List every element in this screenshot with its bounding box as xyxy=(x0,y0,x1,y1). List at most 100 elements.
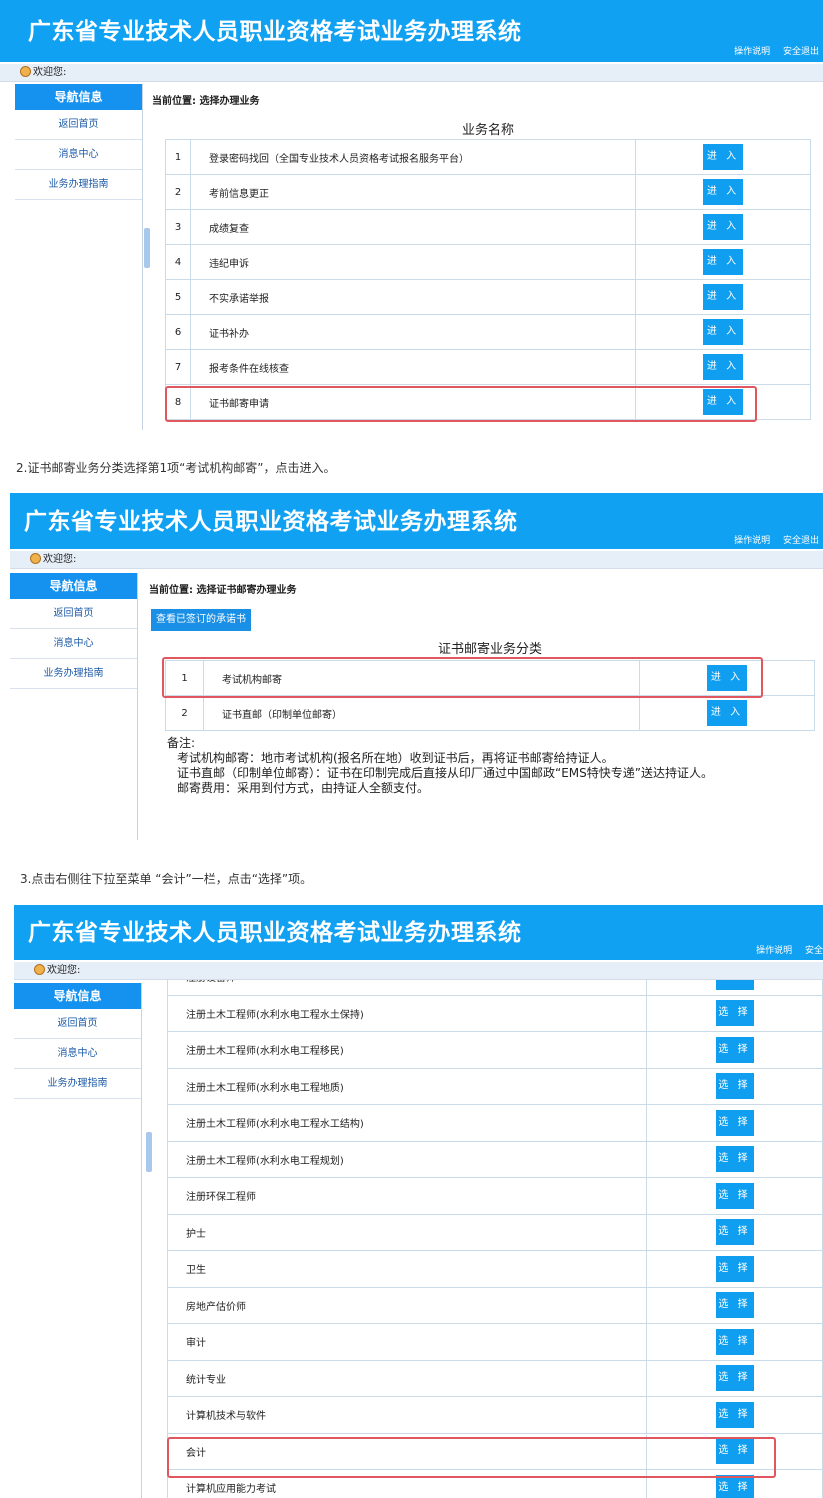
nav-item-messages[interactable]: 消息中心 xyxy=(14,1039,141,1069)
table-row: 注册设备师 选 择 xyxy=(167,980,823,996)
row-name: 不实承诺举报 xyxy=(190,279,636,315)
select-button[interactable]: 选 择 xyxy=(715,1255,754,1282)
manual-link[interactable]: 操作说明 xyxy=(734,47,770,57)
manual-link[interactable]: 操作说明 xyxy=(756,946,792,956)
row-name: 证书邮寄申请 xyxy=(190,384,636,420)
nav-item-home[interactable]: 返回首页 xyxy=(10,599,137,629)
logout-link[interactable]: 安全退出 xyxy=(783,47,819,57)
row-number: 1 xyxy=(165,139,191,175)
select-button[interactable]: 选 择 xyxy=(715,980,754,990)
sidebar: 导航信息 返回首页 消息中心 业务办理指南 xyxy=(10,573,138,840)
select-button[interactable]: 选 择 xyxy=(715,1365,754,1392)
view-promise-button[interactable]: 查看已签订的承诺书 xyxy=(151,609,251,631)
select-button[interactable]: 选 择 xyxy=(715,1219,754,1246)
step-3-caption: 3.点击右侧往下拉至菜单 “会计”一栏，点击“选择”项。 xyxy=(20,872,313,886)
enter-button[interactable]: 进 入 xyxy=(703,179,743,205)
table-row: 计算机应用能力考试 选 择 xyxy=(167,1469,823,1498)
table-row: 护士 选 择 xyxy=(167,1213,823,1251)
mail-category-table: 1 考试机构邮寄 进 入 2 证书直邮（印制单位邮寄） 进 入 xyxy=(165,660,815,731)
row-number: 8 xyxy=(165,384,191,420)
logout-link[interactable]: 安全 xyxy=(805,946,823,956)
profession-table: 注册设备师选 择 注册土木工程师(水利水电工程水土保持)选 择 注册土木工程师(… xyxy=(167,980,823,1498)
table-row: 6 证书补办 进 入 xyxy=(165,314,811,350)
screenshot-mail-category: 广东省专业技术人员职业资格考试业务办理系统 操作说明 安全退出 欢迎您: 导航信… xyxy=(0,493,823,840)
row-name: 考试机构邮寄 xyxy=(203,660,640,696)
select-button[interactable]: 选 择 xyxy=(715,1182,754,1209)
row-name: 注册环保工程师 xyxy=(167,1177,647,1215)
sidebar-collapse-handle[interactable] xyxy=(144,228,150,268)
row-name: 注册土木工程师(水利水电工程水工结构) xyxy=(167,1104,647,1142)
manual-link[interactable]: 操作说明 xyxy=(734,536,770,546)
row-name: 审计 xyxy=(167,1323,647,1361)
row-number: 6 xyxy=(165,314,191,350)
enter-button[interactable]: 进 入 xyxy=(703,319,743,345)
row-name: 注册土木工程师(水利水电工程地质) xyxy=(167,1067,647,1105)
enter-button[interactable]: 进 入 xyxy=(703,354,743,380)
logout-link[interactable]: 安全退出 xyxy=(783,536,819,546)
row-name: 计算机技术与软件 xyxy=(167,1396,647,1434)
current-location: 当前位置: 选择办理业务 xyxy=(152,96,260,107)
header-banner: 广东省专业技术人员职业资格考试业务办理系统 操作说明 安全退出 xyxy=(10,493,823,549)
enter-button[interactable]: 进 入 xyxy=(703,249,743,275)
nav-item-home[interactable]: 返回首页 xyxy=(14,1009,141,1039)
select-button[interactable]: 选 择 xyxy=(715,1000,754,1027)
user-icon xyxy=(20,66,31,77)
header-links: 操作说明 安全退出 xyxy=(724,533,819,546)
user-icon xyxy=(30,553,41,564)
enter-button[interactable]: 进 入 xyxy=(707,665,747,691)
nav-item-messages[interactable]: 消息中心 xyxy=(15,140,142,170)
table-title: 证书邮寄业务分类 xyxy=(437,642,542,657)
user-icon xyxy=(34,964,45,975)
system-title: 广东省专业技术人员职业资格考试业务办理系统 xyxy=(24,509,518,535)
enter-button[interactable]: 进 入 xyxy=(703,284,743,310)
table-row: 注册土木工程师(水利水电工程水土保持) 选 择 xyxy=(167,994,823,1032)
welcome-bar: 欢迎您: xyxy=(0,64,823,82)
header-links: 操作说明 安全退出 xyxy=(724,44,819,57)
row-name: 证书补办 xyxy=(190,314,636,350)
header-links: 操作说明 安全 xyxy=(746,943,823,956)
row-name: 注册土木工程师(水利水电工程规划) xyxy=(167,1140,647,1178)
nav-item-guide[interactable]: 业务办理指南 xyxy=(10,659,137,689)
table-row: 注册土木工程师(水利水电工程水工结构) 选 择 xyxy=(167,1104,823,1142)
enter-button[interactable]: 进 入 xyxy=(703,389,743,415)
nav-item-guide[interactable]: 业务办理指南 xyxy=(14,1069,141,1099)
welcome-text: 欢迎您: xyxy=(47,965,81,976)
row-number: 2 xyxy=(165,174,191,210)
row-number: 7 xyxy=(165,349,191,385)
enter-button[interactable]: 进 入 xyxy=(703,214,743,240)
table-row: 2 证书直邮（印制单位邮寄） 进 入 xyxy=(165,695,815,731)
screenshot-select-profession: 广东省专业技术人员职业资格考试业务办理系统 操作说明 安全 欢迎您: 导航信息 … xyxy=(0,905,823,1498)
table-row: 1 登录密码找回（全国专业技术人员资格考试报名服务平台） 进 入 xyxy=(165,139,811,175)
select-button[interactable]: 选 择 xyxy=(715,1292,754,1319)
row-name: 计算机应用能力考试 xyxy=(167,1469,647,1498)
nav-item-home[interactable]: 返回首页 xyxy=(15,110,142,140)
table-row: 5 不实承诺举报 进 入 xyxy=(165,279,811,315)
note-line: 证书直邮（印制单位邮寄）：证书在印制完成后直接从印厂通过中国邮政“EMS特快专递… xyxy=(177,766,713,780)
select-button[interactable]: 选 择 xyxy=(715,1328,754,1355)
table-row: 会计 选 择 xyxy=(167,1432,823,1470)
table-row: 4 违纪申诉 进 入 xyxy=(165,244,811,280)
table-row: 注册环保工程师 选 择 xyxy=(167,1177,823,1215)
nav-item-guide[interactable]: 业务办理指南 xyxy=(15,170,142,200)
sidebar-collapse-handle[interactable] xyxy=(146,1132,152,1172)
welcome-bar: 欢迎您: xyxy=(14,962,823,980)
select-button[interactable]: 选 择 xyxy=(715,1073,754,1100)
enter-button[interactable]: 进 入 xyxy=(707,700,747,726)
table-row: 房地产估价师 选 择 xyxy=(167,1286,823,1324)
row-number: 3 xyxy=(165,209,191,245)
select-button[interactable]: 选 择 xyxy=(715,1474,754,1498)
nav-item-messages[interactable]: 消息中心 xyxy=(10,629,137,659)
table-row: 3 成绩复查 进 入 xyxy=(165,209,811,245)
table-row: 1 考试机构邮寄 进 入 xyxy=(165,660,815,696)
select-button[interactable]: 选 择 xyxy=(715,1438,754,1465)
table-row: 注册土木工程师(水利水电工程规划) 选 择 xyxy=(167,1140,823,1178)
row-number: 2 xyxy=(165,695,204,731)
table-row: 卫生 选 择 xyxy=(167,1250,823,1288)
select-button[interactable]: 选 择 xyxy=(715,1401,754,1428)
select-button[interactable]: 选 择 xyxy=(715,1146,754,1173)
enter-button[interactable]: 进 入 xyxy=(703,144,743,170)
select-button[interactable]: 选 择 xyxy=(715,1109,754,1136)
select-button[interactable]: 选 择 xyxy=(715,1036,754,1063)
table-row: 8 证书邮寄申请 进 入 xyxy=(165,384,811,420)
table-row: 审计 选 择 xyxy=(167,1323,823,1361)
